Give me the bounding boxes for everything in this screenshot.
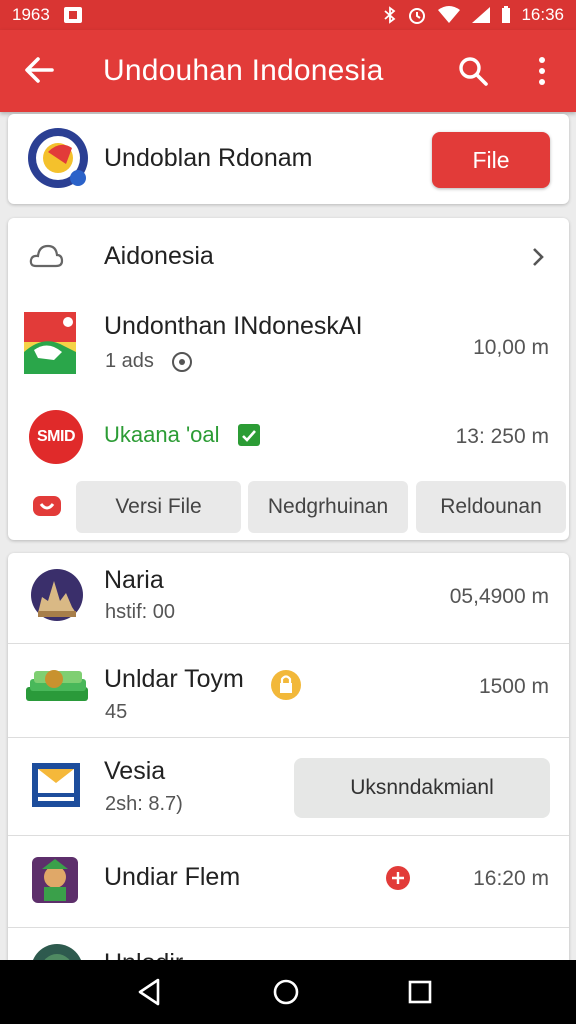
character-thumbnail-icon [32, 857, 78, 903]
add-badge-icon[interactable] [385, 865, 411, 891]
notification-icon [63, 7, 82, 23]
item-title: Unldar Toym [104, 665, 244, 693]
list-item[interactable]: Undonthan INdoneskAI 1 ads 10,00 m [8, 302, 569, 382]
info-circle-icon [172, 352, 192, 372]
item-title: Naria [104, 566, 164, 594]
brand-logo-text: SMID [37, 428, 76, 445]
chevron-right-icon[interactable] [529, 245, 547, 269]
downloads-card: Aidonesia Undonthan INdoneskAI 1 ads 10,… [8, 218, 569, 540]
header-card: Undoblan Rdonam File [8, 114, 569, 204]
uksnndakmianl-label: Uksnndakmianl [350, 776, 494, 799]
more-vert-icon[interactable] [532, 54, 552, 88]
brand-logo-icon: SMID [29, 410, 83, 464]
list-item[interactable]: Naria hstif: 00 05,4900 m [8, 553, 569, 643]
search-icon[interactable] [456, 54, 490, 88]
cloud-icon [29, 244, 64, 268]
app-logo-icon [28, 128, 88, 188]
status-time-left: 1963 [12, 5, 50, 24]
battery-icon [502, 6, 511, 23]
app-bar: Undouhan Indonesia [0, 30, 576, 112]
mail-thumbnail-icon [32, 763, 80, 807]
wifi-icon [438, 6, 461, 23]
item-size: 13: 250 m [455, 425, 549, 448]
item-size: 16:20 m [473, 867, 549, 890]
item-title: Undonthan INdoneskAI [104, 312, 363, 340]
verified-badge-icon [238, 424, 260, 446]
file-list-card: Naria hstif: 00 05,4900 m Unldar Toym 45… [8, 553, 569, 973]
list-item[interactable]: Unldar Toym 45 1500 m [8, 643, 569, 737]
nav-back-icon[interactable] [132, 974, 168, 1010]
header-card-name: Undoblan Rdonam [104, 144, 313, 172]
money-thumbnail-icon [26, 670, 88, 701]
signal-icon [472, 7, 491, 23]
youtube-icon[interactable] [32, 494, 62, 518]
chip-versi-file[interactable]: Versi File [76, 481, 241, 533]
app-thumbnail-icon [24, 312, 76, 374]
item-size: 10,00 m [473, 336, 549, 359]
chip-reldounan[interactable]: Reldounan [416, 481, 566, 533]
file-button[interactable]: File [432, 132, 550, 188]
back-arrow-icon[interactable] [22, 52, 58, 88]
item-title: Undiar Flem [104, 863, 241, 891]
item-subtitle: hstif: 00 [105, 601, 176, 623]
item-title: Ukaana 'oal [104, 422, 220, 447]
nav-recents-icon[interactable] [402, 974, 438, 1010]
section-header-row[interactable]: Aidonesia [8, 218, 569, 294]
page-title: Undouhan Indonesia [103, 54, 384, 87]
chip-nedgrhuinan[interactable]: Nedgrhuinan [248, 481, 408, 533]
status-bar: 1963 16:36 [0, 0, 576, 30]
nav-home-icon[interactable] [268, 974, 304, 1010]
item-title: Vesia [104, 757, 166, 785]
item-subtitle: 45 [105, 701, 128, 723]
item-subtitle: 2sh: 8.7) [105, 793, 183, 815]
list-item[interactable]: SMID Ukaana 'oal 13: 250 m [8, 398, 569, 472]
list-item[interactable]: Undiar Flem 16:20 m [8, 835, 569, 927]
section-title: Aidonesia [104, 242, 214, 270]
item-size: 05,4900 m [449, 585, 549, 608]
item-size: 1500 m [478, 675, 549, 698]
alarm-icon [409, 8, 426, 24]
item-subtitle: 1 ads [105, 350, 154, 372]
navigation-bar [0, 960, 576, 1024]
castle-thumbnail-icon [31, 569, 83, 621]
status-time-right: 16:36 [521, 5, 564, 24]
uksnndakmianl-button[interactable]: Uksnndakmianl [294, 758, 550, 818]
bluetooth-icon [384, 6, 396, 24]
lock-badge-icon [271, 670, 301, 700]
